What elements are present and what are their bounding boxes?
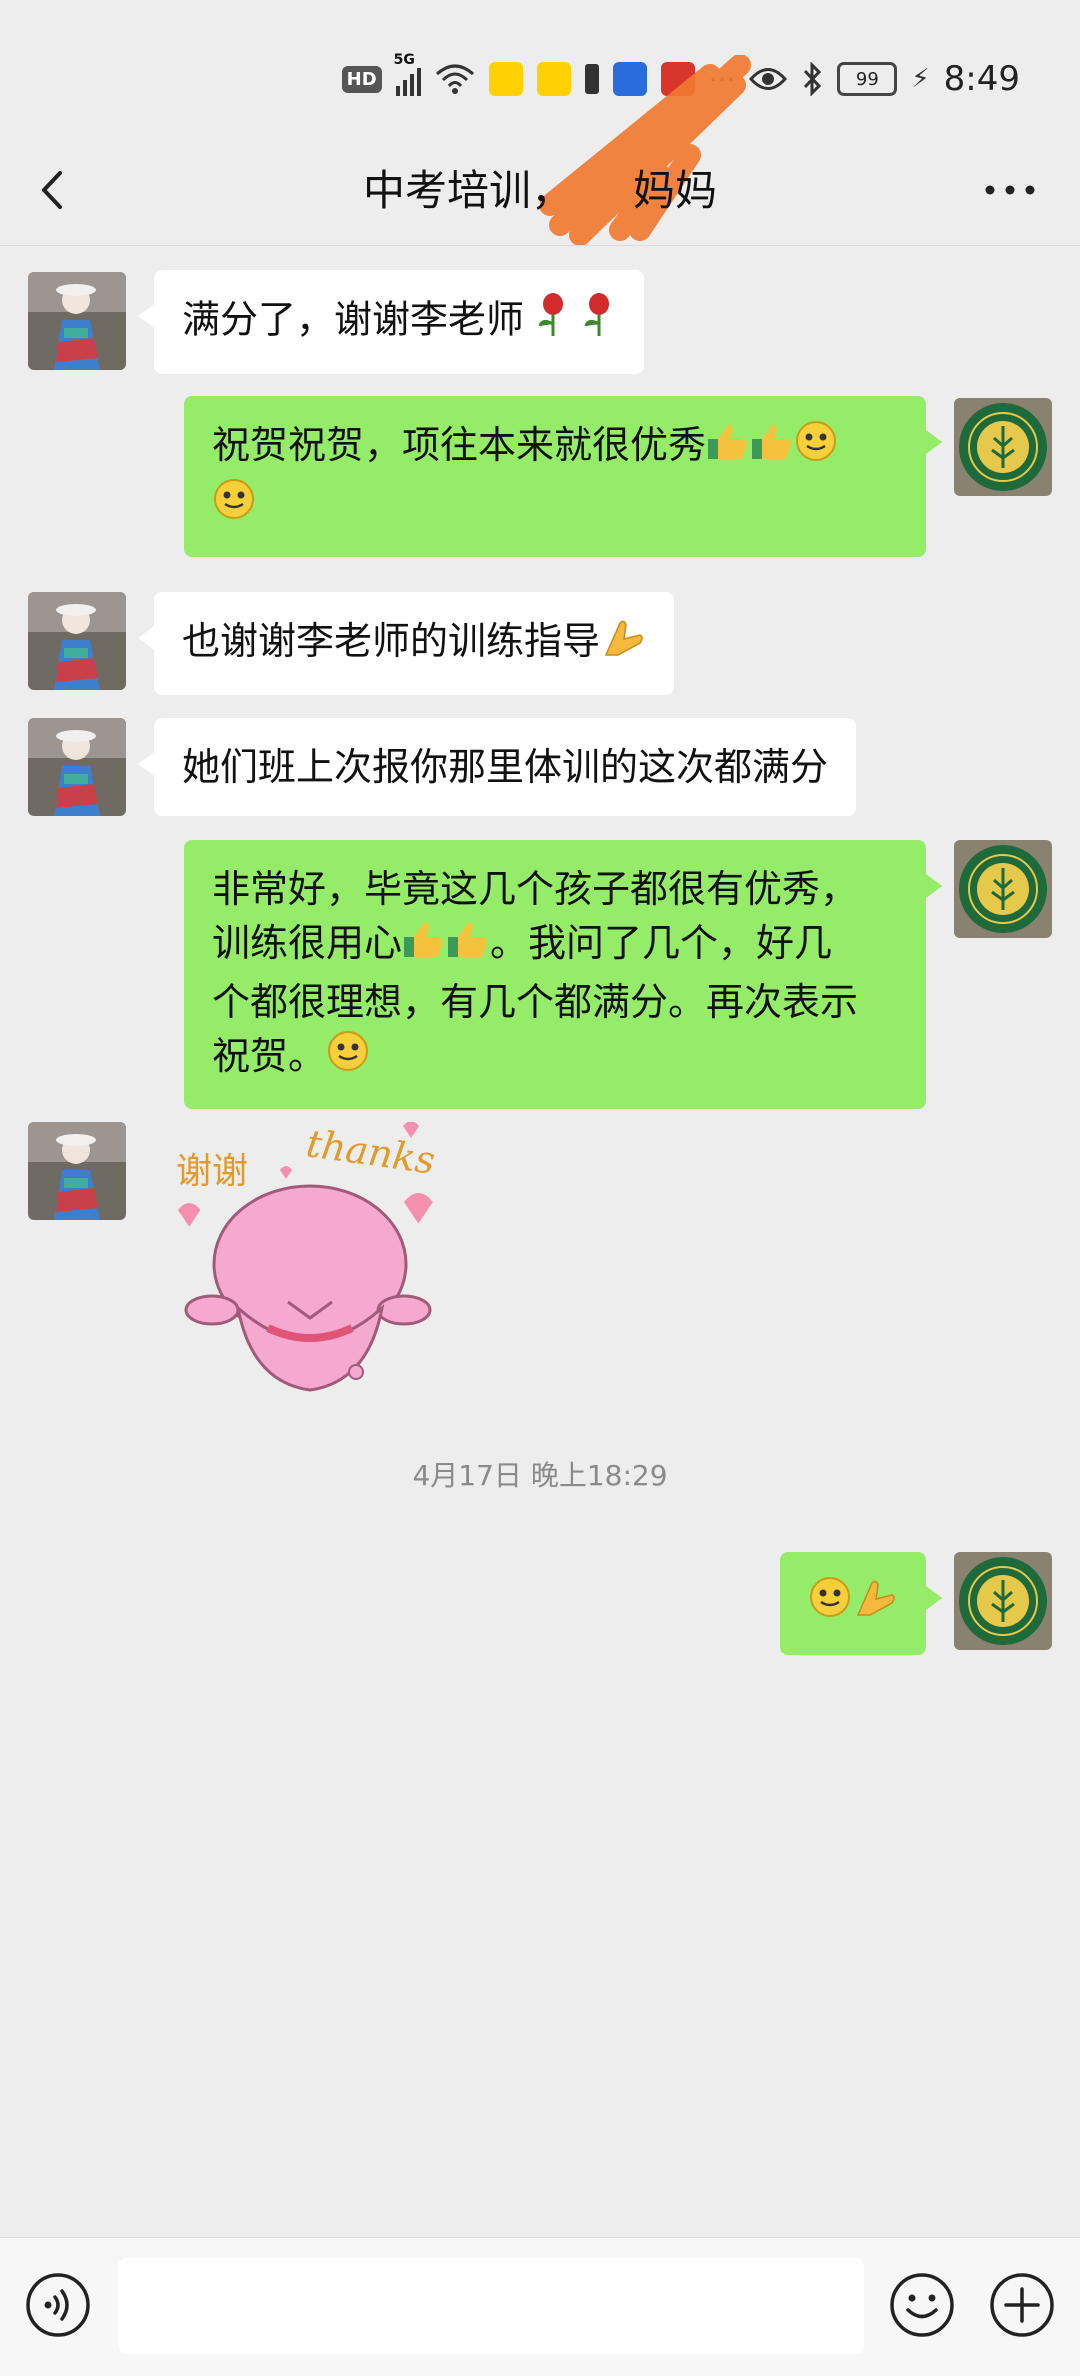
charging-icon: ⚡ (911, 64, 930, 94)
my-avatar[interactable] (954, 840, 1052, 938)
thanks-sticker[interactable]: 谢谢 thanks (168, 1121, 458, 1422)
meituan-app-icon (488, 62, 523, 96)
chat-title-suffix: 妈妈 (633, 166, 718, 215)
plus-menu-icon[interactable] (988, 2271, 1056, 2339)
rose-emoji-icon (582, 292, 616, 352)
message-row: 她们班上次报你那里体训的这次都满分 (0, 718, 1080, 846)
thumbs-up-emoji-icon (402, 917, 446, 975)
praying-hands-emoji-icon (852, 1575, 898, 1633)
praying-hands-emoji-icon (600, 615, 646, 673)
contact-avatar[interactable] (28, 1122, 126, 1220)
battery-indicator: 99 (837, 62, 898, 96)
message-bubble-incoming[interactable]: 也谢谢李老师的训练指导 (137, 592, 675, 695)
message-text: 非常好，毕竟这几个孩子都很有优秀， (212, 867, 859, 911)
smile-emoji-icon (808, 1575, 852, 1633)
voice-input-icon[interactable] (24, 2271, 92, 2339)
message-text: 也谢谢李老师的训练指导 (182, 619, 601, 663)
message-bubble-outgoing[interactable]: 祝贺祝贺，项往本来就很优秀 (184, 396, 942, 557)
status-bar: HD 5G ··· 99 ⚡ 8:49 (0, 0, 1080, 245)
message-row: 满分了，谢谢李老师 (0, 262, 1080, 390)
message-bubble-outgoing[interactable] (780, 1552, 942, 1655)
message-row: 也谢谢李老师的训练指导 (0, 592, 1080, 720)
message-row: 非常好，毕竟这几个孩子都很有优秀， 训练很用心 。我问了几个，好几 个都很理想，有… (0, 840, 1080, 1122)
contact-avatar[interactable] (28, 592, 126, 690)
my-avatar[interactable] (954, 1552, 1052, 1650)
message-list: 满分了，谢谢李老师 祝贺祝贺，项往本来就很优秀 也谢谢李老师的训练指导 她们班上… (0, 262, 1080, 1662)
message-row: 祝贺祝贺，项往本来就很优秀 (0, 396, 1080, 574)
rose-emoji-icon (536, 292, 570, 352)
my-avatar[interactable] (954, 398, 1052, 496)
contact-avatar[interactable] (28, 718, 126, 816)
contact-avatar[interactable] (28, 272, 126, 370)
chat-title: 中考培训， 妈妈 (0, 157, 1080, 218)
message-text: 。我问了几个，好几 (490, 921, 833, 965)
timestamp-row: 4月17日 晚上18:29 (0, 1434, 1080, 1514)
message-text: 训练很用心 (212, 921, 403, 965)
message-bubble-outgoing[interactable]: 非常好，毕竟这几个孩子都很有优秀， 训练很用心 。我问了几个，好几 个都很理想，有… (184, 840, 942, 1109)
chat-title-main: 中考培训， (362, 166, 573, 215)
message-bubble-incoming[interactable]: 她们班上次报你那里体训的这次都满分 (137, 718, 857, 816)
bluetooth-icon (804, 62, 822, 96)
message-text: 个都很理想，有几个都满分。再次表示 (212, 979, 859, 1024)
clock: 8:49 (943, 59, 1020, 99)
signal-icon: 5G (394, 52, 421, 96)
smile-emoji-icon (212, 477, 256, 535)
smile-emoji-icon (794, 419, 838, 477)
emoji-picker-icon[interactable] (888, 2271, 956, 2339)
message-text: 祝贺祝贺，项往本来就很优秀 (212, 423, 707, 467)
thumbs-up-emoji-icon (446, 917, 490, 975)
message-row: 谢谢 thanks (0, 1121, 1080, 1452)
input-bar (0, 2237, 1080, 2376)
hd-indicator: HD (341, 65, 382, 93)
message-input[interactable] (118, 2258, 864, 2354)
chat-header: 中考培训， 妈妈 (0, 135, 1080, 246)
message-text: 祝贺。 (212, 1033, 327, 1078)
smile-emoji-icon (326, 1029, 370, 1087)
message-row (0, 1552, 1080, 1662)
sticker-text-left: 谢谢 (176, 1151, 249, 1192)
thumbs-up-emoji-icon (706, 419, 750, 477)
wifi-icon (435, 64, 474, 94)
message-bubble-incoming[interactable]: 满分了，谢谢李老师 (137, 270, 645, 374)
network-label: 5G (393, 52, 415, 68)
message-text: 她们班上次报你那里体训的这次都满分 (182, 745, 829, 789)
message-text: 满分了，谢谢李老师 (182, 297, 525, 342)
timestamp: 4月17日 晚上18:29 (412, 1459, 668, 1492)
more-options-icon[interactable] (980, 165, 1040, 215)
thumbs-up-emoji-icon (750, 419, 794, 477)
